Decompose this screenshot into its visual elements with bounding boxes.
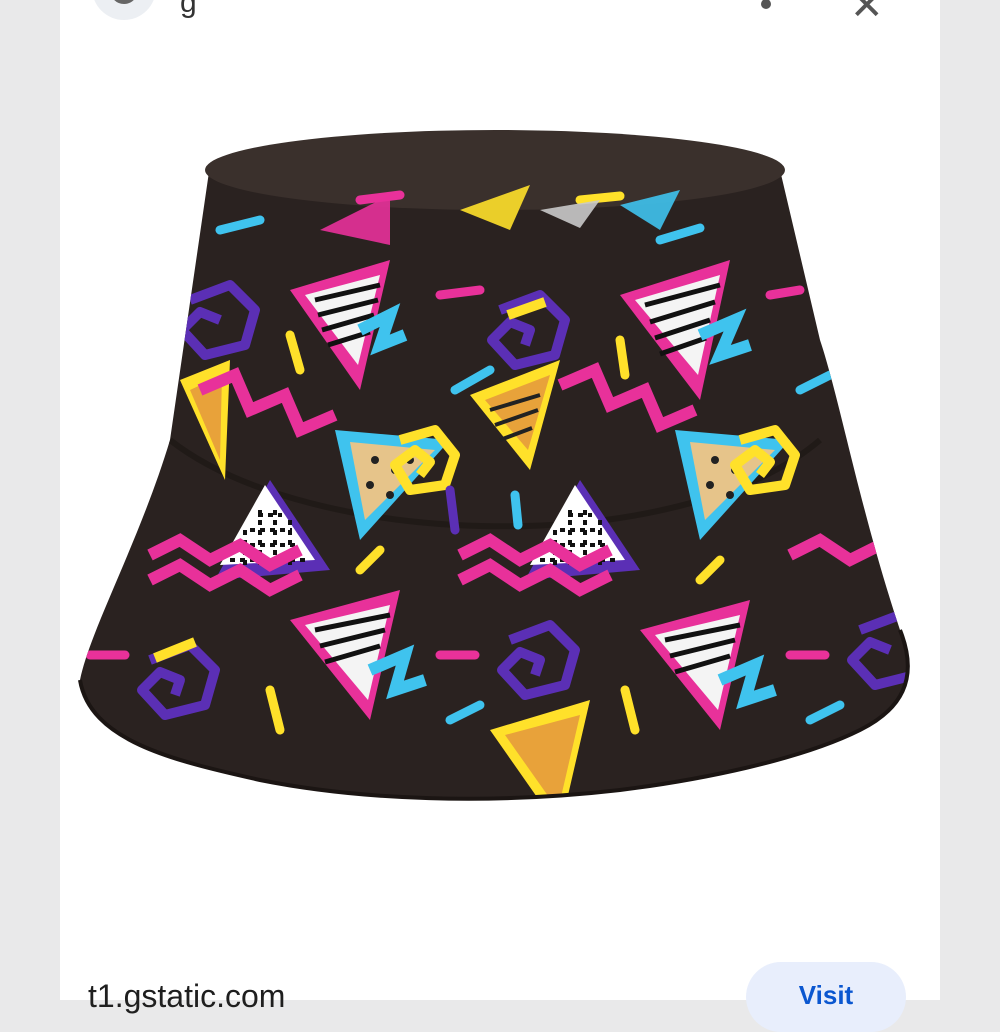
lens-icon bbox=[114, 0, 134, 4]
close-icon[interactable]: ✕ bbox=[850, 0, 884, 26]
result-title: g bbox=[180, 0, 197, 19]
bucket-hat-image bbox=[78, 130, 910, 801]
source-domain: t1.gstatic.com bbox=[88, 978, 286, 1014]
image-viewer-panel: g ✕ t1.gstatic.com Visit bbox=[60, 0, 940, 1032]
product-image[interactable] bbox=[60, 110, 940, 830]
visit-button[interactable]: Visit bbox=[746, 962, 906, 1032]
lens-button[interactable] bbox=[92, 0, 156, 20]
more-vert-icon[interactable] bbox=[760, 0, 772, 12]
